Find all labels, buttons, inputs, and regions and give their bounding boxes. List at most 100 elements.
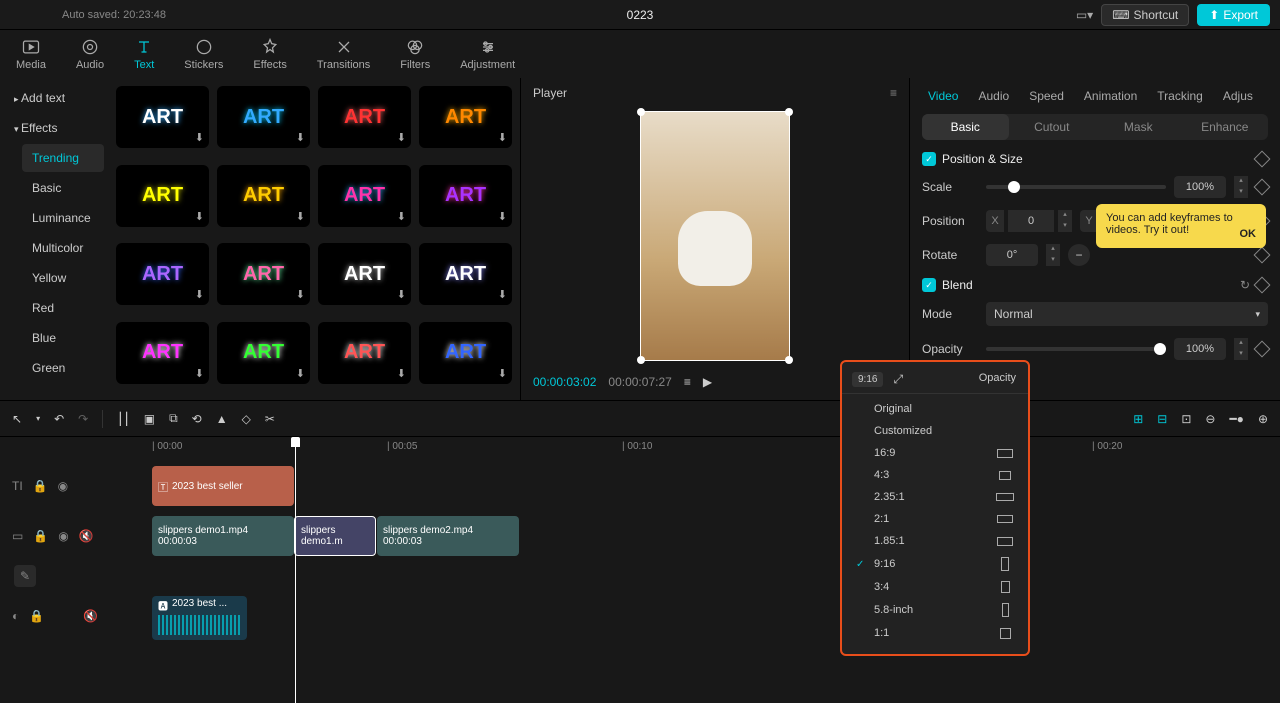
download-icon[interactable]: ⬇ bbox=[195, 210, 204, 223]
effect-thumb[interactable]: ART⬇ bbox=[116, 322, 209, 384]
opacity-stepper[interactable]: ▴▾ bbox=[1234, 338, 1248, 360]
effect-thumb[interactable]: ART⬇ bbox=[116, 243, 209, 305]
tab-speed[interactable]: Speed bbox=[1023, 85, 1070, 107]
download-icon[interactable]: ⬇ bbox=[498, 210, 507, 223]
ratio-option[interactable]: ✓9:16 bbox=[842, 552, 1028, 576]
download-icon[interactable]: ⬇ bbox=[296, 367, 305, 380]
download-icon[interactable]: ⬇ bbox=[296, 288, 305, 301]
ratio-option[interactable]: 5.8-inch bbox=[842, 598, 1028, 622]
split-tool[interactable]: ⎮⎮ bbox=[117, 412, 130, 426]
opacity-value[interactable]: 100% bbox=[1174, 338, 1226, 360]
player-menu-icon[interactable]: ≡ bbox=[890, 86, 897, 100]
download-icon[interactable]: ⬇ bbox=[195, 367, 204, 380]
expand-icon[interactable]: ⤢ bbox=[893, 372, 903, 387]
sidebar-basic[interactable]: Basic bbox=[22, 174, 104, 202]
effect-thumb[interactable]: ART⬇ bbox=[217, 243, 310, 305]
download-icon[interactable]: ⬇ bbox=[195, 288, 204, 301]
eye-icon[interactable]: ◉ bbox=[58, 479, 68, 493]
rotate-tool[interactable]: ◇ bbox=[242, 412, 251, 426]
zoom-slider[interactable]: ━● bbox=[1229, 412, 1243, 426]
track-head-audio[interactable]: ◐🔒🔇 bbox=[0, 591, 110, 641]
track-head-video[interactable]: ▭🔒◉🔇 bbox=[0, 511, 110, 561]
blend-mode-select[interactable]: Normal▾ bbox=[986, 302, 1268, 326]
ratio-option[interactable]: 4:3 bbox=[842, 464, 1028, 486]
tip-ok-button[interactable]: OK bbox=[1240, 228, 1257, 240]
tab-tracking[interactable]: Tracking bbox=[1151, 85, 1209, 107]
tab-adjust[interactable]: Adjus bbox=[1217, 85, 1259, 107]
tool-a[interactable]: ⊞ bbox=[1133, 412, 1143, 426]
nav-media[interactable]: Media bbox=[10, 33, 52, 75]
sidebar-green[interactable]: Green bbox=[22, 354, 104, 382]
eye-icon[interactable]: ◉ bbox=[58, 529, 68, 543]
scale-value[interactable]: 100% bbox=[1174, 176, 1226, 198]
download-icon[interactable]: ⬇ bbox=[397, 210, 406, 223]
scale-slider[interactable] bbox=[986, 185, 1166, 189]
clip-video-1[interactable]: slippers demo1.mp4 00:00:03 bbox=[152, 516, 294, 556]
rotate-value[interactable]: 0° bbox=[986, 244, 1038, 266]
tab-more[interactable]: » bbox=[1267, 85, 1268, 107]
effect-thumb[interactable]: ART⬇ bbox=[116, 86, 209, 148]
reverse-tool[interactable]: ⟲ bbox=[192, 412, 202, 426]
effect-thumb[interactable]: ART⬇ bbox=[217, 165, 310, 227]
download-icon[interactable]: ⬇ bbox=[195, 131, 204, 144]
clip-video-1b[interactable]: slippers demo1.m bbox=[294, 516, 376, 556]
nav-text[interactable]: Text bbox=[128, 33, 160, 75]
effect-thumb[interactable]: ART⬇ bbox=[419, 243, 512, 305]
blend-reset-icon[interactable]: ↻ bbox=[1240, 278, 1250, 292]
cursor-tool-menu[interactable]: ▾ bbox=[36, 414, 40, 423]
track-head-text[interactable]: TI🔒◉ bbox=[0, 461, 110, 511]
pos-keyframe[interactable] bbox=[1254, 151, 1271, 168]
download-icon[interactable]: ⬇ bbox=[296, 131, 305, 144]
effect-thumb[interactable]: ART⬇ bbox=[318, 86, 411, 148]
tab-animation[interactable]: Animation bbox=[1078, 85, 1143, 107]
preview-frame[interactable] bbox=[640, 111, 790, 361]
effect-thumb[interactable]: ART⬇ bbox=[217, 322, 310, 384]
opacity-keyframe[interactable] bbox=[1254, 341, 1271, 358]
lock-icon[interactable]: 🔒 bbox=[33, 529, 48, 543]
shortcut-button[interactable]: ⌨Shortcut bbox=[1101, 4, 1189, 26]
sidebar-trending[interactable]: Trending bbox=[22, 144, 104, 172]
download-icon[interactable]: ⬇ bbox=[498, 131, 507, 144]
pos-size-toggle[interactable]: ✓ bbox=[922, 152, 936, 166]
effect-thumb[interactable]: ART⬇ bbox=[116, 165, 209, 227]
subtab-mask[interactable]: Mask bbox=[1095, 114, 1182, 140]
nav-transitions[interactable]: Transitions bbox=[311, 33, 376, 75]
ratio-option[interactable]: 1.85:1 bbox=[842, 530, 1028, 552]
blend-keyframe[interactable] bbox=[1254, 277, 1271, 294]
cursor-tool[interactable]: ↖ bbox=[12, 412, 22, 426]
ratio-option[interactable]: 16:9 bbox=[842, 442, 1028, 464]
crop-tool[interactable]: ▣ bbox=[144, 412, 155, 426]
tool-b[interactable]: ⊟ bbox=[1157, 412, 1167, 426]
sidebar-effects[interactable]: Effects bbox=[4, 114, 104, 142]
download-icon[interactable]: ⬇ bbox=[498, 288, 507, 301]
sidebar-luminance[interactable]: Luminance bbox=[22, 204, 104, 232]
download-icon[interactable]: ⬇ bbox=[498, 367, 507, 380]
scale-stepper[interactable]: ▴▾ bbox=[1234, 176, 1248, 198]
tool-c[interactable]: ⊡ bbox=[1181, 412, 1191, 426]
export-button[interactable]: ⬆Export bbox=[1197, 4, 1270, 26]
sidebar-red[interactable]: Red bbox=[22, 294, 104, 322]
sidebar-multicolor[interactable]: Multicolor bbox=[22, 234, 104, 262]
timeline-ruler[interactable]: | 00:00| 00:05| 00:10| 00:15| 00:20 bbox=[110, 437, 1280, 461]
edit-track-icon[interactable]: ✎ bbox=[14, 565, 36, 587]
subtab-enhance[interactable]: Enhance bbox=[1182, 114, 1269, 140]
download-icon[interactable]: ⬇ bbox=[397, 288, 406, 301]
player-canvas[interactable] bbox=[521, 108, 909, 364]
playhead[interactable] bbox=[295, 437, 296, 703]
effect-thumb[interactable]: ART⬇ bbox=[419, 322, 512, 384]
pos-x-value[interactable]: 0 bbox=[1008, 210, 1054, 232]
opacity-slider[interactable] bbox=[986, 347, 1166, 351]
undo-button[interactable]: ↶ bbox=[54, 412, 64, 426]
clip-video-2[interactable]: slippers demo2.mp4 00:00:03 bbox=[377, 516, 519, 556]
pos-x-stepper[interactable]: ▴▾ bbox=[1058, 210, 1072, 232]
sidebar-blue[interactable]: Blue bbox=[22, 324, 104, 352]
sidebar-add-text[interactable]: Add text bbox=[4, 84, 104, 112]
ratio-option[interactable]: 2.35:1 bbox=[842, 486, 1028, 508]
nav-adjustment[interactable]: Adjustment bbox=[454, 33, 521, 75]
subtab-cutout[interactable]: Cutout bbox=[1009, 114, 1096, 140]
effect-thumb[interactable]: ART⬇ bbox=[318, 322, 411, 384]
ratio-option[interactable]: Original bbox=[842, 398, 1028, 420]
zoom-fit[interactable]: ⊕ bbox=[1258, 412, 1268, 426]
subtab-basic[interactable]: Basic bbox=[922, 114, 1009, 140]
effect-thumb[interactable]: ART⬇ bbox=[419, 86, 512, 148]
